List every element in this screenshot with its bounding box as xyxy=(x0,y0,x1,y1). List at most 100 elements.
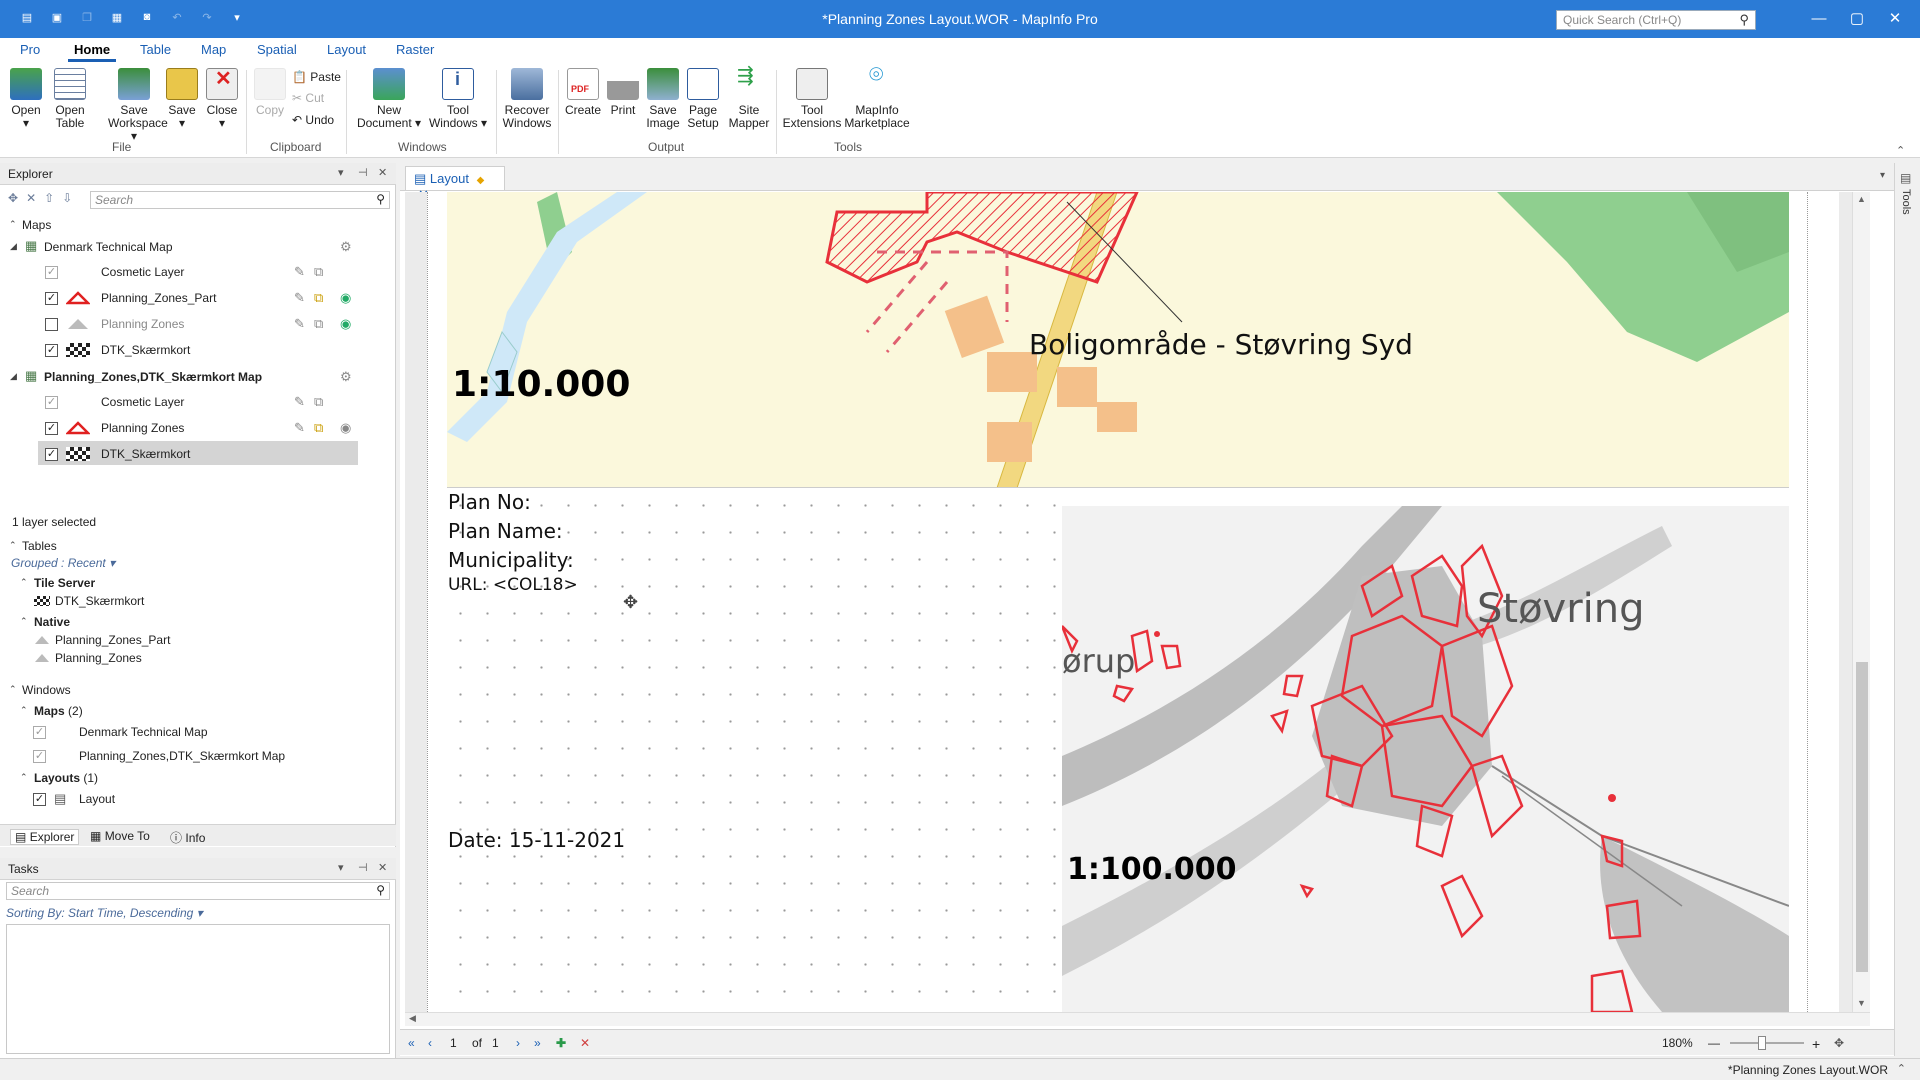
save-image-button[interactable]: Save Image xyxy=(644,68,682,130)
panel-dropdown-icon[interactable]: ▾ xyxy=(338,166,344,179)
layer-dtk-skaermkort-selected[interactable]: DTK_Skærmkort xyxy=(101,447,190,461)
label-icon[interactable]: ◉ xyxy=(340,420,351,436)
map-options-icon[interactable]: ⚙ xyxy=(340,239,352,255)
tab-info[interactable]: ⓘ Info xyxy=(170,829,205,846)
tab-pro[interactable]: Pro xyxy=(14,40,46,62)
delete-page-icon[interactable]: ✕ xyxy=(580,1036,590,1050)
layer-planning-zones-part[interactable]: Planning_Zones_Part xyxy=(101,291,216,305)
panel-close-icon[interactable]: ✕ xyxy=(378,861,387,874)
plan-info-frame[interactable]: Plan No: Plan Name: Municipality: xyxy=(448,488,574,575)
search-icon[interactable]: ⚲ xyxy=(376,883,385,897)
edit-pencil-icon[interactable]: ✎ xyxy=(294,290,305,306)
pin-icon[interactable]: ⊣ xyxy=(358,166,368,179)
undo-button[interactable]: ↶ Undo xyxy=(292,113,334,127)
layer-visibility-checkbox[interactable]: ✓ xyxy=(45,344,58,357)
cut-button[interactable]: ✂ Cut xyxy=(292,91,324,105)
selectable-icon[interactable]: ⧉ xyxy=(314,394,323,410)
recover-windows-button[interactable]: Recover Windows xyxy=(502,68,552,130)
add-icon[interactable]: ✥ xyxy=(8,191,26,205)
first-page-icon[interactable]: « xyxy=(408,1036,415,1050)
customize-toolbar-icon[interactable]: ▾ xyxy=(228,8,246,26)
grouped-dropdown[interactable]: Grouped : Recent ▾ xyxy=(11,556,115,570)
layer-visibility-checkbox[interactable]: ✓ xyxy=(45,448,58,461)
search-icon[interactable]: ⚲ xyxy=(1739,12,1749,28)
edit-pencil-icon[interactable]: ✎ xyxy=(294,316,305,332)
url-field[interactable]: URL: <COL18> xyxy=(448,575,578,595)
scroll-down-icon[interactable]: ▼ xyxy=(1857,998,1866,1008)
close-button[interactable]: ✕ Close ▾ xyxy=(204,68,240,130)
expand-toggle-icon[interactable]: ◢ xyxy=(10,241,17,252)
table-dtk-skaermkort[interactable]: DTK_Skærmkort xyxy=(55,594,144,608)
tools-rail-icon[interactable]: ▤ xyxy=(1900,171,1911,185)
previous-page-icon[interactable]: ‹ xyxy=(428,1036,432,1050)
expand-toggle-icon[interactable]: ◢ xyxy=(10,371,17,382)
tool-extensions-button[interactable]: Tool Extensions xyxy=(782,68,842,130)
tab-explorer[interactable]: ▤ Explorer xyxy=(10,829,80,845)
map-denmark-technical[interactable]: Denmark Technical Map xyxy=(44,240,173,254)
marketplace-button[interactable]: ⌾ MapInfo Marketplace xyxy=(842,63,912,130)
tab-spatial[interactable]: Spatial xyxy=(251,40,303,62)
page-number[interactable]: 1 xyxy=(450,1036,457,1050)
last-page-icon[interactable]: » xyxy=(534,1036,541,1050)
window-denmark-technical-map[interactable]: Denmark Technical Map xyxy=(79,725,208,739)
layer-cosmetic[interactable]: Cosmetic Layer xyxy=(101,395,184,409)
vertical-scroll-thumb[interactable] xyxy=(1856,662,1868,972)
print-button[interactable]: Print xyxy=(604,68,642,117)
site-mapper-button[interactable]: ⇶ Site Mapper xyxy=(726,66,772,130)
window-visibility-checkbox[interactable]: ✓ xyxy=(33,726,46,739)
vertical-scrollbar[interactable]: ▲ ▼ xyxy=(1852,192,1870,1012)
zoom-in-icon[interactable]: + xyxy=(1812,1036,1820,1052)
window-layout[interactable]: Layout xyxy=(79,792,115,806)
tasks-sort-dropdown[interactable]: Sorting By: Start Time, Descending ▾ xyxy=(6,906,203,920)
panel-dropdown-icon[interactable]: ▾ xyxy=(338,861,344,874)
horizontal-scrollbar[interactable]: ◀ xyxy=(405,1012,1870,1026)
map-icon[interactable]: ◙ xyxy=(138,8,156,26)
layer-dtk-skaermkort[interactable]: DTK_Skærmkort xyxy=(101,343,190,357)
save-button[interactable]: Save ▾ xyxy=(164,68,200,130)
move-down-icon[interactable]: ⇩ xyxy=(62,191,80,205)
search-icon[interactable]: ⚲ xyxy=(376,192,385,206)
page-setup-button[interactable]: Page Setup xyxy=(684,68,722,130)
status-expand-icon[interactable]: ⌃ xyxy=(1897,1062,1906,1075)
paste-button[interactable]: 📋 Paste xyxy=(292,70,341,84)
layer-visibility-checkbox[interactable]: ✓ xyxy=(45,422,58,435)
tab-home[interactable]: Home xyxy=(68,40,117,62)
move-up-icon[interactable]: ⇧ xyxy=(44,191,62,205)
edit-pencil-icon[interactable]: ✎ xyxy=(294,420,305,436)
window-planning-zones-map[interactable]: Planning_Zones,DTK_Skærmkort Map xyxy=(79,749,285,763)
next-page-icon[interactable]: › xyxy=(516,1036,520,1050)
top-map-zone-label[interactable]: Boligområde - Støvring Syd xyxy=(1029,328,1413,361)
label-icon[interactable]: ◉ xyxy=(340,290,351,306)
zoom-fit-icon[interactable]: ✥ xyxy=(1834,1036,1844,1050)
layer-visibility-checkbox[interactable]: ✓ xyxy=(45,292,58,305)
collapse-native-icon[interactable]: ⌃ xyxy=(20,616,28,627)
layer-visibility-checkbox[interactable] xyxy=(45,318,58,331)
collapse-tile-server-icon[interactable]: ⌃ xyxy=(20,577,28,588)
tab-list-dropdown-icon[interactable]: ▾ xyxy=(1880,170,1885,181)
collapse-maps-icon[interactable]: ⌃ xyxy=(9,219,17,230)
edit-pencil-icon[interactable]: ✎ xyxy=(294,394,305,410)
selectable-icon[interactable]: ⧉ xyxy=(314,420,323,436)
tab-move-to[interactable]: ▦ Move To xyxy=(90,829,150,843)
open-button[interactable]: Open ▾ xyxy=(8,68,44,130)
zoom-slider-thumb[interactable] xyxy=(1758,1036,1766,1050)
open-table-button[interactable]: Open Table xyxy=(52,68,88,130)
quick-search-input[interactable]: Quick Search (Ctrl+Q) ⚲ xyxy=(1556,10,1756,30)
selectable-icon[interactable]: ⧉ xyxy=(314,316,323,332)
save-workspace-button[interactable]: Save Workspace ▾ xyxy=(108,68,168,143)
scroll-up-icon[interactable]: ▲ xyxy=(1857,194,1866,204)
tasks-search-input[interactable]: Search ⚲ xyxy=(6,882,390,900)
paste-icon[interactable]: ▦ xyxy=(108,8,126,26)
bottom-map-frame[interactable]: Støvring ørup 1:100.000 xyxy=(1062,506,1789,1012)
redo-icon[interactable]: ↷ xyxy=(198,8,216,26)
label-icon[interactable]: ◉ xyxy=(340,316,351,332)
copy-button[interactable]: Copy xyxy=(252,68,288,117)
tab-table[interactable]: Table xyxy=(134,40,177,62)
layer-visibility-checkbox[interactable]: ✓ xyxy=(45,396,58,409)
scroll-left-icon[interactable]: ◀ xyxy=(409,1013,416,1024)
explorer-search-input[interactable]: Search ⚲ xyxy=(90,191,390,209)
map-planning-zones-dtk[interactable]: Planning_Zones,DTK_Skærmkort Map xyxy=(44,370,262,384)
layer-planning-zones[interactable]: Planning Zones xyxy=(101,317,184,331)
tool-windows-button[interactable]: i Tool Windows ▾ xyxy=(428,68,488,130)
add-page-icon[interactable]: ✚ xyxy=(556,1036,566,1050)
